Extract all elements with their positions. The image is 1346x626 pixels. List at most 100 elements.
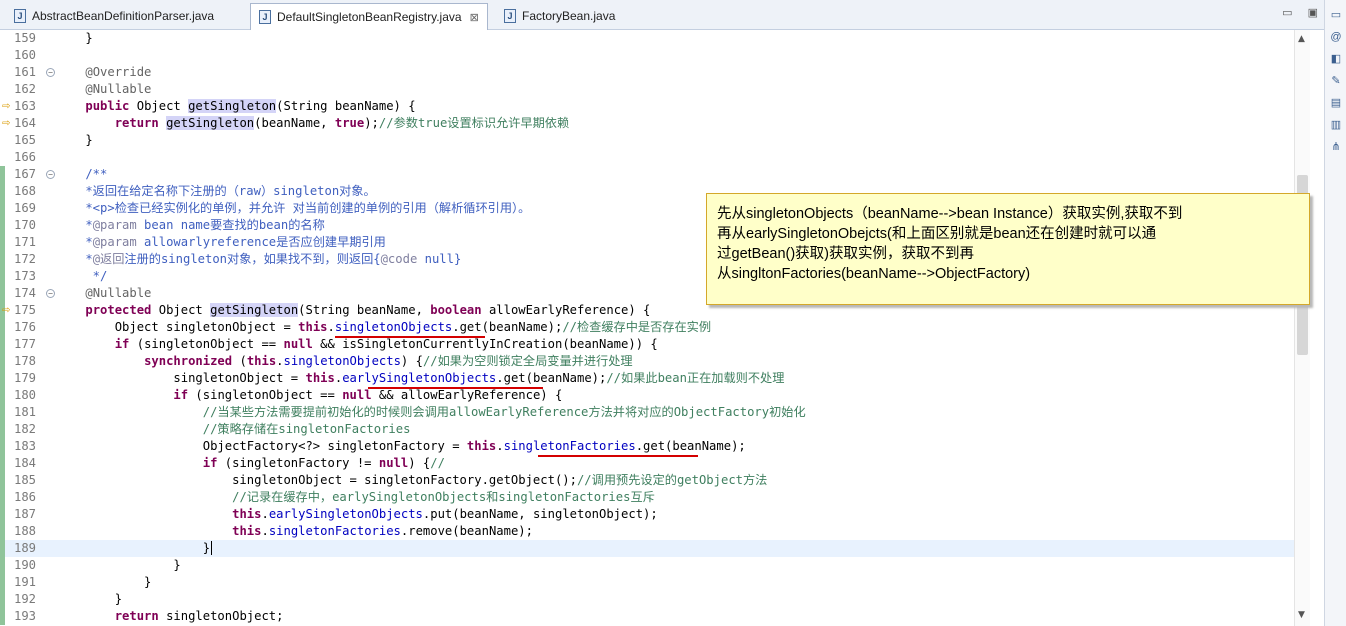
code-line[interactable]: 193 return singletonObject; (0, 608, 1294, 625)
tab-label: FactoryBean.java (522, 9, 616, 23)
code-line[interactable]: 162 @Nullable (0, 81, 1294, 98)
tab-abstract-bean-definition-parser[interactable]: J AbstractBeanDefinitionParser.java (6, 4, 222, 28)
code-text[interactable]: singletonObject = singletonFactory.getOb… (56, 472, 767, 489)
code-line[interactable]: 165 } (0, 132, 1294, 149)
change-marker (0, 489, 5, 506)
code-line[interactable]: 189 } (0, 540, 1294, 557)
fold-toggle-icon[interactable]: − (46, 289, 55, 298)
code-line[interactable]: 159 } (0, 30, 1294, 47)
code-line[interactable]: 178 synchronized (this.singletonObjects)… (0, 353, 1294, 370)
code-line[interactable]: ⇨ 164 return getSingleton(beanName, true)… (0, 115, 1294, 132)
window-controls: ▭ ▣ (1270, 6, 1318, 19)
code-line[interactable]: 179 singletonObject = this.earlySingleto… (0, 370, 1294, 387)
code-text[interactable]: *返回在给定名称下注册的（raw）singleton对象。 (56, 183, 375, 200)
minimize-icon[interactable]: ▭ (1282, 7, 1292, 19)
code-text[interactable]: //记录在缓存中，earlySingletonObjects和singleton… (56, 489, 655, 506)
line-number: 171 (14, 235, 37, 249)
change-marker (0, 455, 5, 472)
code-text[interactable]: if (singletonObject == null && isSinglet… (56, 336, 658, 353)
line-number: 191 (14, 575, 37, 589)
maximize-icon[interactable]: ▣ (1308, 7, 1318, 19)
code-text[interactable]: @Nullable (56, 285, 151, 302)
console-icon[interactable]: ▤ (1329, 96, 1343, 110)
restore-icon[interactable]: ▭ (1329, 8, 1343, 22)
code-line[interactable]: 180 if (singletonObject == null && allow… (0, 387, 1294, 404)
code-line[interactable]: 181 //当某些方法需要提前初始化的时候则会调用allowEarlyRefer… (0, 404, 1294, 421)
code-line[interactable]: 161− @Override (0, 64, 1294, 81)
hierarchy-icon[interactable]: ⋔ (1329, 140, 1343, 154)
text-caret (211, 541, 213, 555)
line-number: 176 (14, 320, 37, 334)
code-text[interactable]: Object singletonObject = this.singletonO… (56, 319, 711, 336)
change-marker (0, 285, 5, 302)
line-number: 188 (14, 524, 37, 538)
code-line[interactable]: 167− /** (0, 166, 1294, 183)
line-number: 168 (14, 184, 37, 198)
code-line[interactable]: 190 } (0, 557, 1294, 574)
line-number: 180 (14, 388, 37, 402)
code-text[interactable]: } (56, 132, 92, 149)
code-line[interactable]: 176 Object singletonObject = this.single… (0, 319, 1294, 336)
code-text[interactable]: @Nullable (56, 81, 151, 98)
tab-factory-bean[interactable]: J FactoryBean.java (496, 4, 623, 28)
code-text[interactable]: *@param allowarlyreference是否应创建早期引用 (56, 234, 385, 251)
scroll-down-icon[interactable]: ▼ (1298, 610, 1305, 620)
code-line[interactable]: 186 //记录在缓存中，earlySingletonObjects和singl… (0, 489, 1294, 506)
code-line[interactable]: 183 ObjectFactory<?> singletonFactory = … (0, 438, 1294, 455)
servers-icon[interactable]: ▥ (1329, 118, 1343, 132)
code-line[interactable]: 184 if (singletonFactory != null) {// (0, 455, 1294, 472)
override-arrow-icon[interactable]: ⇨ (2, 115, 12, 132)
code-text[interactable]: public Object getSingleton(String beanNa… (56, 98, 416, 115)
code-line[interactable]: 188 this.singletonFactories.remove(beanN… (0, 523, 1294, 540)
code-text[interactable]: *@返回注册的singleton对象，如果找不到，则返回{@code null} (56, 251, 461, 268)
code-text[interactable]: if (singletonFactory != null) {// (56, 455, 445, 472)
declaration-icon[interactable]: ◧ (1329, 52, 1343, 66)
code-text[interactable]: } (56, 30, 92, 47)
scroll-up-icon[interactable]: ▲ (1298, 34, 1305, 44)
line-number: 173 (14, 269, 37, 283)
close-icon[interactable]: ⊠ (470, 11, 479, 24)
code-text[interactable]: return getSingleton(beanName, true);//参数… (56, 115, 569, 132)
code-text[interactable]: //策略存储在singletonFactories (56, 421, 411, 438)
javadoc-icon[interactable]: @ (1329, 30, 1343, 44)
code-text[interactable]: //当某些方法需要提前初始化的时候则会调用allowEarlyReference… (56, 404, 806, 421)
code-line[interactable]: 177 if (singletonObject == null && isSin… (0, 336, 1294, 353)
code-line[interactable]: 192 } (0, 591, 1294, 608)
code-line[interactable]: 182 //策略存储在singletonFactories (0, 421, 1294, 438)
code-text[interactable]: ObjectFactory<?> singletonFactory = this… (56, 438, 746, 455)
code-text[interactable]: if (singletonObject == null && allowEarl… (56, 387, 562, 404)
code-line[interactable]: 187 this.earlySingletonObjects.put(beanN… (0, 506, 1294, 523)
fold-toggle-icon[interactable]: − (46, 68, 55, 77)
change-marker (0, 557, 5, 574)
code-editor[interactable]: 159 } 160 161− @Override 162 @Nullable ⇨ 163 … (0, 30, 1310, 626)
override-arrow-icon[interactable]: ⇨ (2, 302, 12, 319)
code-text[interactable]: this.singletonFactories.remove(beanName)… (56, 523, 533, 540)
code-text[interactable]: */ (56, 268, 108, 285)
code-text[interactable]: singletonObject = this.earlySingletonObj… (56, 370, 784, 387)
code-text[interactable]: synchronized (this.singletonObjects) {//… (56, 353, 633, 370)
code-line[interactable]: 166 (0, 149, 1294, 166)
line-number: 181 (14, 405, 37, 419)
code-line[interactable]: ⇨ 163 public Object getSingleton(String b… (0, 98, 1294, 115)
code-text[interactable]: return singletonObject; (56, 608, 284, 625)
code-text[interactable]: } (56, 574, 151, 591)
code-line[interactable]: 160 (0, 47, 1294, 64)
code-text[interactable]: *@param bean name要查找的bean的名称 (56, 217, 324, 234)
code-text[interactable]: } (56, 557, 180, 574)
vertical-scrollbar[interactable]: ▲ ▼ (1294, 30, 1310, 626)
tab-default-singleton-bean-registry[interactable]: J DefaultSingletonBeanRegistry.java ⊠ (250, 3, 488, 30)
code-text[interactable]: /** (56, 166, 107, 183)
code-text[interactable]: protected Object getSingleton(String bea… (56, 302, 650, 319)
code-text[interactable]: } (56, 591, 122, 608)
code-text[interactable]: *<p>检查已经实例化的单例，并允许 对当前创建的单例的引用（解析循环引用）。 (56, 200, 530, 217)
code-text[interactable]: } (56, 540, 213, 557)
code-text[interactable]: @Override (56, 64, 151, 81)
fold-toggle-icon[interactable]: − (46, 170, 55, 179)
side-toolbar: ▭ @ ◧ ✎ ▤ ▥ ⋔ (1324, 0, 1346, 626)
code-text[interactable]: this.earlySingletonObjects.put(beanName,… (56, 506, 658, 523)
search-icon[interactable]: ✎ (1329, 74, 1343, 88)
code-line[interactable]: 191 } (0, 574, 1294, 591)
override-arrow-icon[interactable]: ⇨ (2, 98, 12, 115)
code-line[interactable]: 185 singletonObject = singletonFactory.g… (0, 472, 1294, 489)
line-number: 192 (14, 592, 37, 606)
